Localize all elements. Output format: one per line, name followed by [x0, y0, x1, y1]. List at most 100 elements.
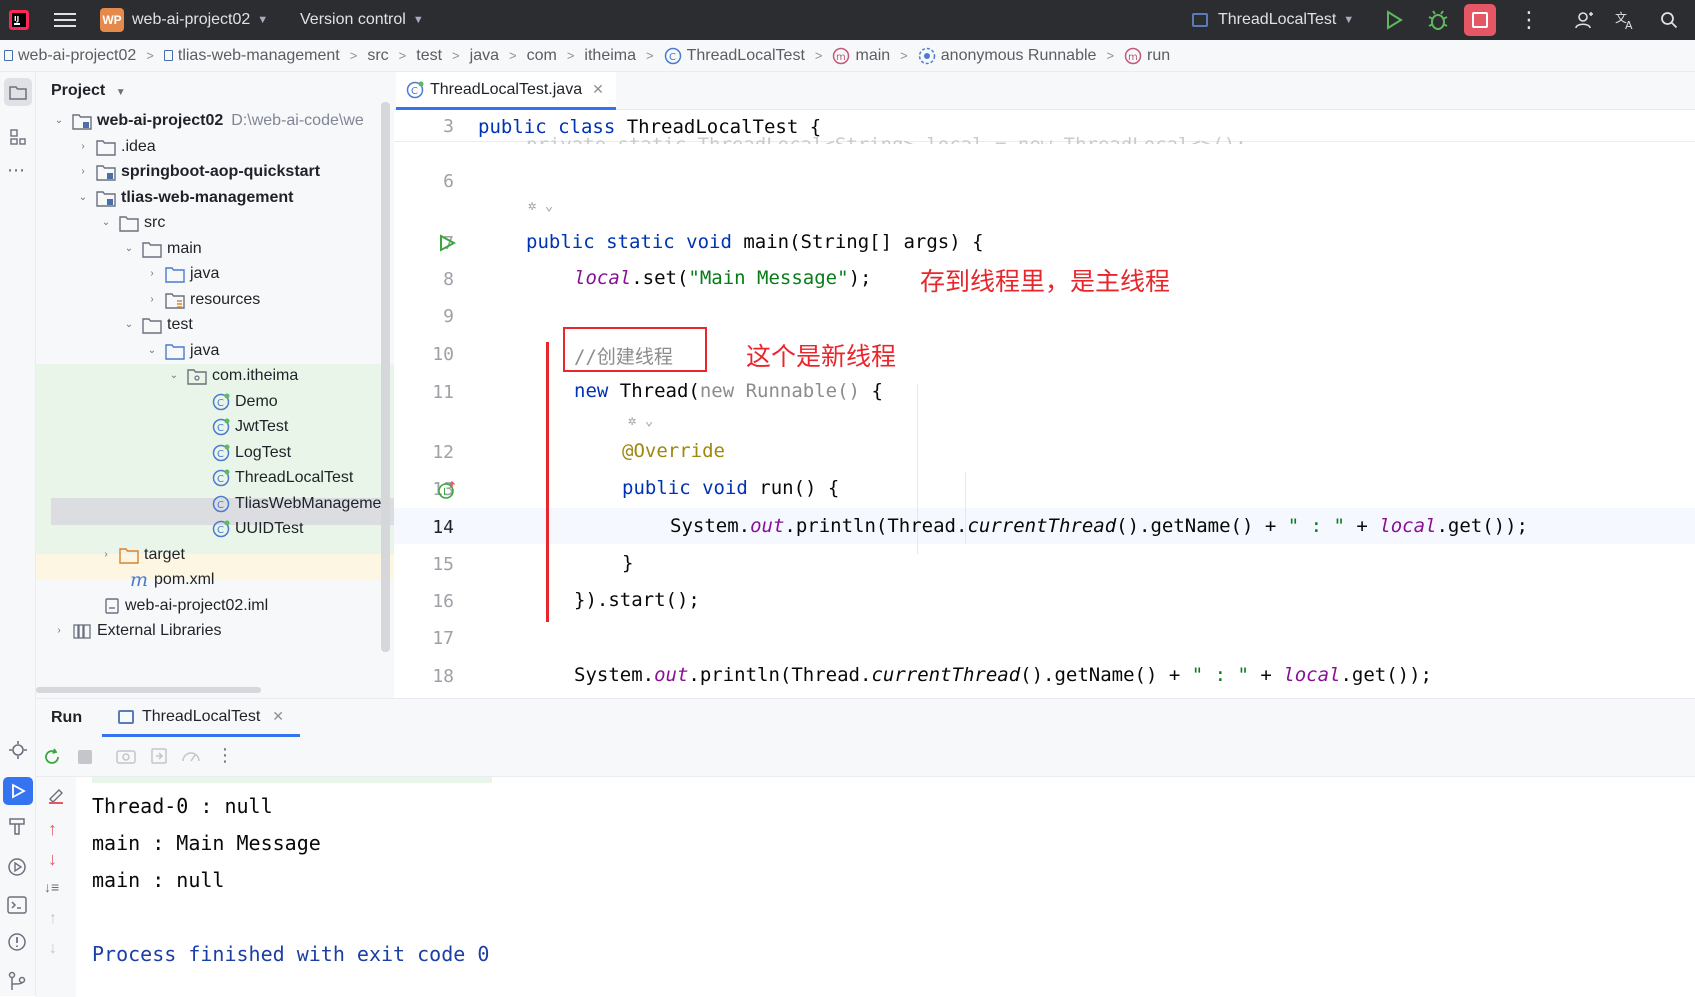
- stop-icon[interactable]: [78, 750, 92, 764]
- coverage-icon[interactable]: [181, 747, 201, 765]
- folder-icon: [96, 139, 116, 156]
- build-tool-icon[interactable]: [8, 816, 26, 836]
- tree-item[interactable]: › External Libraries: [36, 617, 394, 644]
- tree-item[interactable]: C UUIDTest: [36, 515, 394, 542]
- tree-item[interactable]: web-ai-project02.iml: [36, 592, 394, 619]
- project-panel-header[interactable]: Project ▼: [51, 82, 126, 100]
- arrow-up-icon[interactable]: ↑: [48, 819, 57, 840]
- main-menu-icon[interactable]: [54, 0, 76, 40]
- tree-item[interactable]: › .idea: [36, 133, 394, 160]
- chevron-right-icon: >: [814, 48, 823, 63]
- tree-item[interactable]: C JwtTest: [36, 413, 394, 440]
- tree-item[interactable]: ⌄ src: [36, 209, 394, 236]
- tree-item[interactable]: ⌄ com.itheima: [36, 362, 394, 389]
- ai-hint-icon[interactable]: ✲ ⌄: [528, 198, 553, 214]
- sort-icon[interactable]: ↓≡: [44, 879, 59, 895]
- git-tool-icon[interactable]: [7, 970, 27, 990]
- tree-item[interactable]: C LogTest: [36, 439, 394, 466]
- code-text: .set(: [631, 267, 689, 289]
- app-logo-icon[interactable]: IJ: [8, 0, 30, 40]
- project-tool-icon[interactable]: [4, 78, 32, 106]
- run-panel-title[interactable]: Run: [51, 709, 82, 727]
- arrow-down-icon[interactable]: ↓: [48, 849, 57, 870]
- tree-label: UUIDTest: [235, 519, 304, 537]
- chevron-right-icon: >: [509, 48, 517, 63]
- more-actions-icon[interactable]: ⋮: [1518, 0, 1540, 40]
- debug-button[interactable]: [1427, 0, 1449, 40]
- breadcrumb-item-run[interactable]: m run: [1124, 47, 1170, 65]
- run-config-icon: [118, 709, 134, 724]
- scroll-down-icon[interactable]: ↓: [49, 940, 57, 958]
- close-icon[interactable]: ✕: [272, 708, 284, 725]
- code-field: out: [654, 664, 689, 686]
- ai-hint-icon[interactable]: ✲ ⌄: [628, 413, 653, 429]
- previous-output-fragment: [92, 777, 492, 783]
- tree-item[interactable]: ⌄ web-ai-project02 D:\web-ai-code\we: [36, 107, 394, 134]
- breadcrumb-item-project[interactable]: web-ai-project02: [4, 47, 136, 65]
- clear-output-icon[interactable]: [47, 787, 65, 805]
- run-tool-icon[interactable]: [3, 777, 33, 805]
- breadcrumb-item-itheima[interactable]: itheima: [584, 47, 636, 65]
- run-button[interactable]: [1384, 0, 1404, 40]
- search-icon[interactable]: [1660, 0, 1678, 40]
- tab-threadlocaltest[interactable]: C ThreadLocalTest.java ✕: [396, 72, 616, 110]
- tree-item[interactable]: › java: [36, 260, 394, 287]
- translate-icon[interactable]: 文A: [1615, 0, 1637, 40]
- expanded-arrow-icon: ⌄: [78, 192, 88, 203]
- tree-item[interactable]: › springboot-aop-quickstart: [36, 158, 394, 185]
- svg-text:C: C: [217, 423, 224, 434]
- problems-tool-icon[interactable]: [7, 932, 27, 952]
- breadcrumb-item-class[interactable]: C ThreadLocalTest: [664, 47, 805, 65]
- more-tools-icon[interactable]: ⋯: [7, 160, 25, 181]
- horizontal-scrollbar[interactable]: [36, 687, 261, 693]
- breadcrumb-label: run: [1147, 46, 1171, 64]
- run-config-selector[interactable]: ThreadLocalTest ▼: [1192, 0, 1354, 40]
- tree-item[interactable]: ⌄ test: [36, 311, 394, 338]
- line-number: 17: [432, 628, 454, 649]
- tree-item[interactable]: › resources: [36, 286, 394, 313]
- close-icon[interactable]: ✕: [592, 81, 604, 98]
- project-switcher[interactable]: WP web-ai-project02 ▼: [100, 0, 268, 40]
- breadcrumb-item-com[interactable]: com: [527, 47, 557, 65]
- screenshot-icon[interactable]: [116, 747, 136, 765]
- tree-item[interactable]: ⌄ tlias-web-management: [36, 184, 394, 211]
- breadcrumb-item-java[interactable]: java: [470, 47, 499, 65]
- tree-item[interactable]: › target: [36, 541, 394, 568]
- services-tool-icon[interactable]: [8, 740, 28, 760]
- chevron-right-icon: >: [1106, 48, 1115, 63]
- tree-item[interactable]: ⌄ java: [36, 337, 394, 364]
- tree-item[interactable]: C Demo: [36, 388, 394, 415]
- breadcrumb-item-src[interactable]: src: [367, 47, 388, 65]
- code-field: local: [1379, 515, 1437, 537]
- code-keyword: public void: [622, 477, 748, 499]
- run-gutter-icon[interactable]: [438, 234, 456, 252]
- debug-tool-icon[interactable]: [7, 857, 27, 877]
- breadcrumb-item-test[interactable]: test: [416, 47, 442, 65]
- tree-item[interactable]: C TliasWebManageme: [36, 490, 394, 517]
- stop-button[interactable]: [1464, 0, 1496, 40]
- line-number: 18: [432, 666, 454, 687]
- line-number: 16: [432, 591, 454, 612]
- terminal-tool-icon[interactable]: [7, 896, 27, 914]
- rerun-icon[interactable]: [42, 747, 62, 767]
- code-text: );: [848, 267, 872, 289]
- tree-item[interactable]: ⌄ main: [36, 235, 394, 262]
- version-control-menu[interactable]: Version control ▼: [300, 0, 424, 40]
- structure-tool-icon[interactable]: [9, 128, 27, 146]
- breadcrumb-item-anonymous[interactable]: anonymous Runnable: [918, 47, 1096, 65]
- code-text: ThreadLocalTest {: [615, 116, 822, 138]
- account-icon[interactable]: [1574, 0, 1594, 40]
- breadcrumb-label: com: [526, 46, 557, 64]
- code-editor[interactable]: private static ThreadLocal<String> local…: [394, 110, 1695, 698]
- annotation-bracket-line: [546, 342, 549, 622]
- restore-layout-icon[interactable]: [150, 747, 168, 765]
- scroll-up-icon[interactable]: ↑: [49, 910, 57, 928]
- run-tab-threadlocaltest[interactable]: ThreadLocalTest ✕: [102, 699, 301, 737]
- tree-item[interactable]: m pom.xml: [36, 566, 394, 593]
- tree-item-selected[interactable]: C ThreadLocalTest: [36, 464, 394, 491]
- breadcrumb-item-module[interactable]: tlias-web-management: [163, 47, 340, 65]
- resources-folder-icon: [165, 292, 185, 309]
- breadcrumb-item-main[interactable]: m main: [832, 47, 890, 65]
- more-actions-icon[interactable]: ⋮: [216, 745, 234, 766]
- override-gutter-icon[interactable]: I: [437, 480, 457, 500]
